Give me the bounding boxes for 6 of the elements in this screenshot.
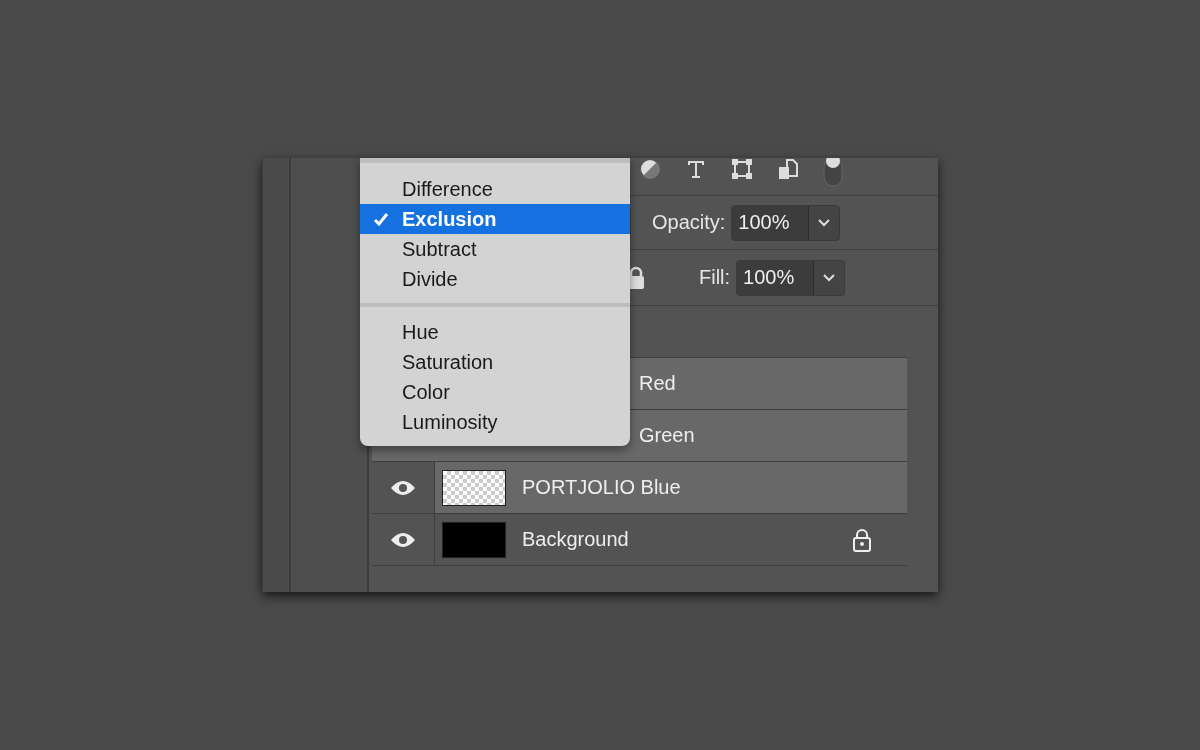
layer-name: Green	[639, 424, 696, 447]
layer-name: Background	[522, 528, 630, 551]
opacity-label: Opacity:	[652, 211, 726, 234]
layer-name: Red	[639, 372, 677, 395]
fill-label: Fill:	[699, 266, 731, 289]
layer-name: PORTJOLIO Blue	[522, 476, 682, 499]
